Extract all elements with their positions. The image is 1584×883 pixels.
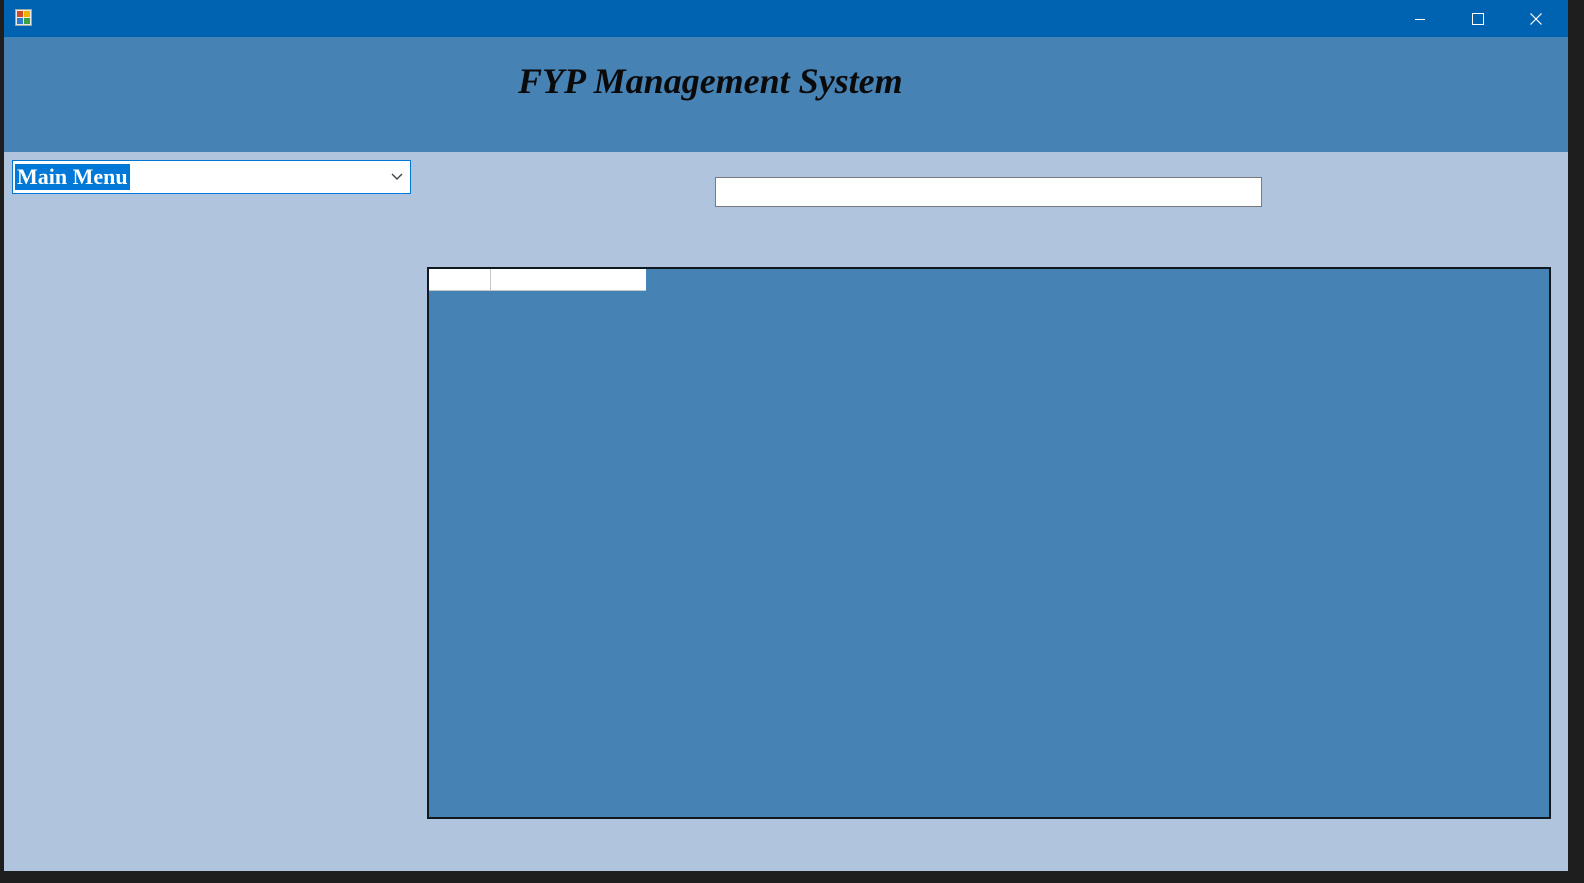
main-menu-dropdown[interactable]: Main Menu bbox=[12, 160, 411, 194]
maximize-button[interactable] bbox=[1449, 0, 1507, 37]
search-input[interactable] bbox=[715, 177, 1262, 207]
page-title: FYP Management System bbox=[518, 61, 903, 101]
close-button[interactable] bbox=[1507, 0, 1565, 37]
maximize-icon bbox=[1472, 12, 1484, 25]
minimize-icon bbox=[1415, 18, 1425, 20]
chevron-down-icon[interactable] bbox=[388, 161, 406, 193]
grid-corner-cell[interactable] bbox=[429, 269, 491, 291]
taskbar-edge bbox=[0, 871, 1584, 883]
title-bar[interactable] bbox=[4, 0, 1568, 37]
grid-header-row bbox=[429, 269, 646, 291]
app-window: FYP Management System Main Menu bbox=[4, 0, 1568, 871]
app-icon[interactable] bbox=[15, 9, 32, 26]
main-menu-selected-value: Main Menu bbox=[15, 164, 130, 190]
close-icon bbox=[1530, 12, 1542, 25]
data-grid[interactable] bbox=[427, 267, 1551, 819]
grid-column-header[interactable] bbox=[491, 269, 646, 291]
minimize-button[interactable] bbox=[1391, 0, 1449, 37]
